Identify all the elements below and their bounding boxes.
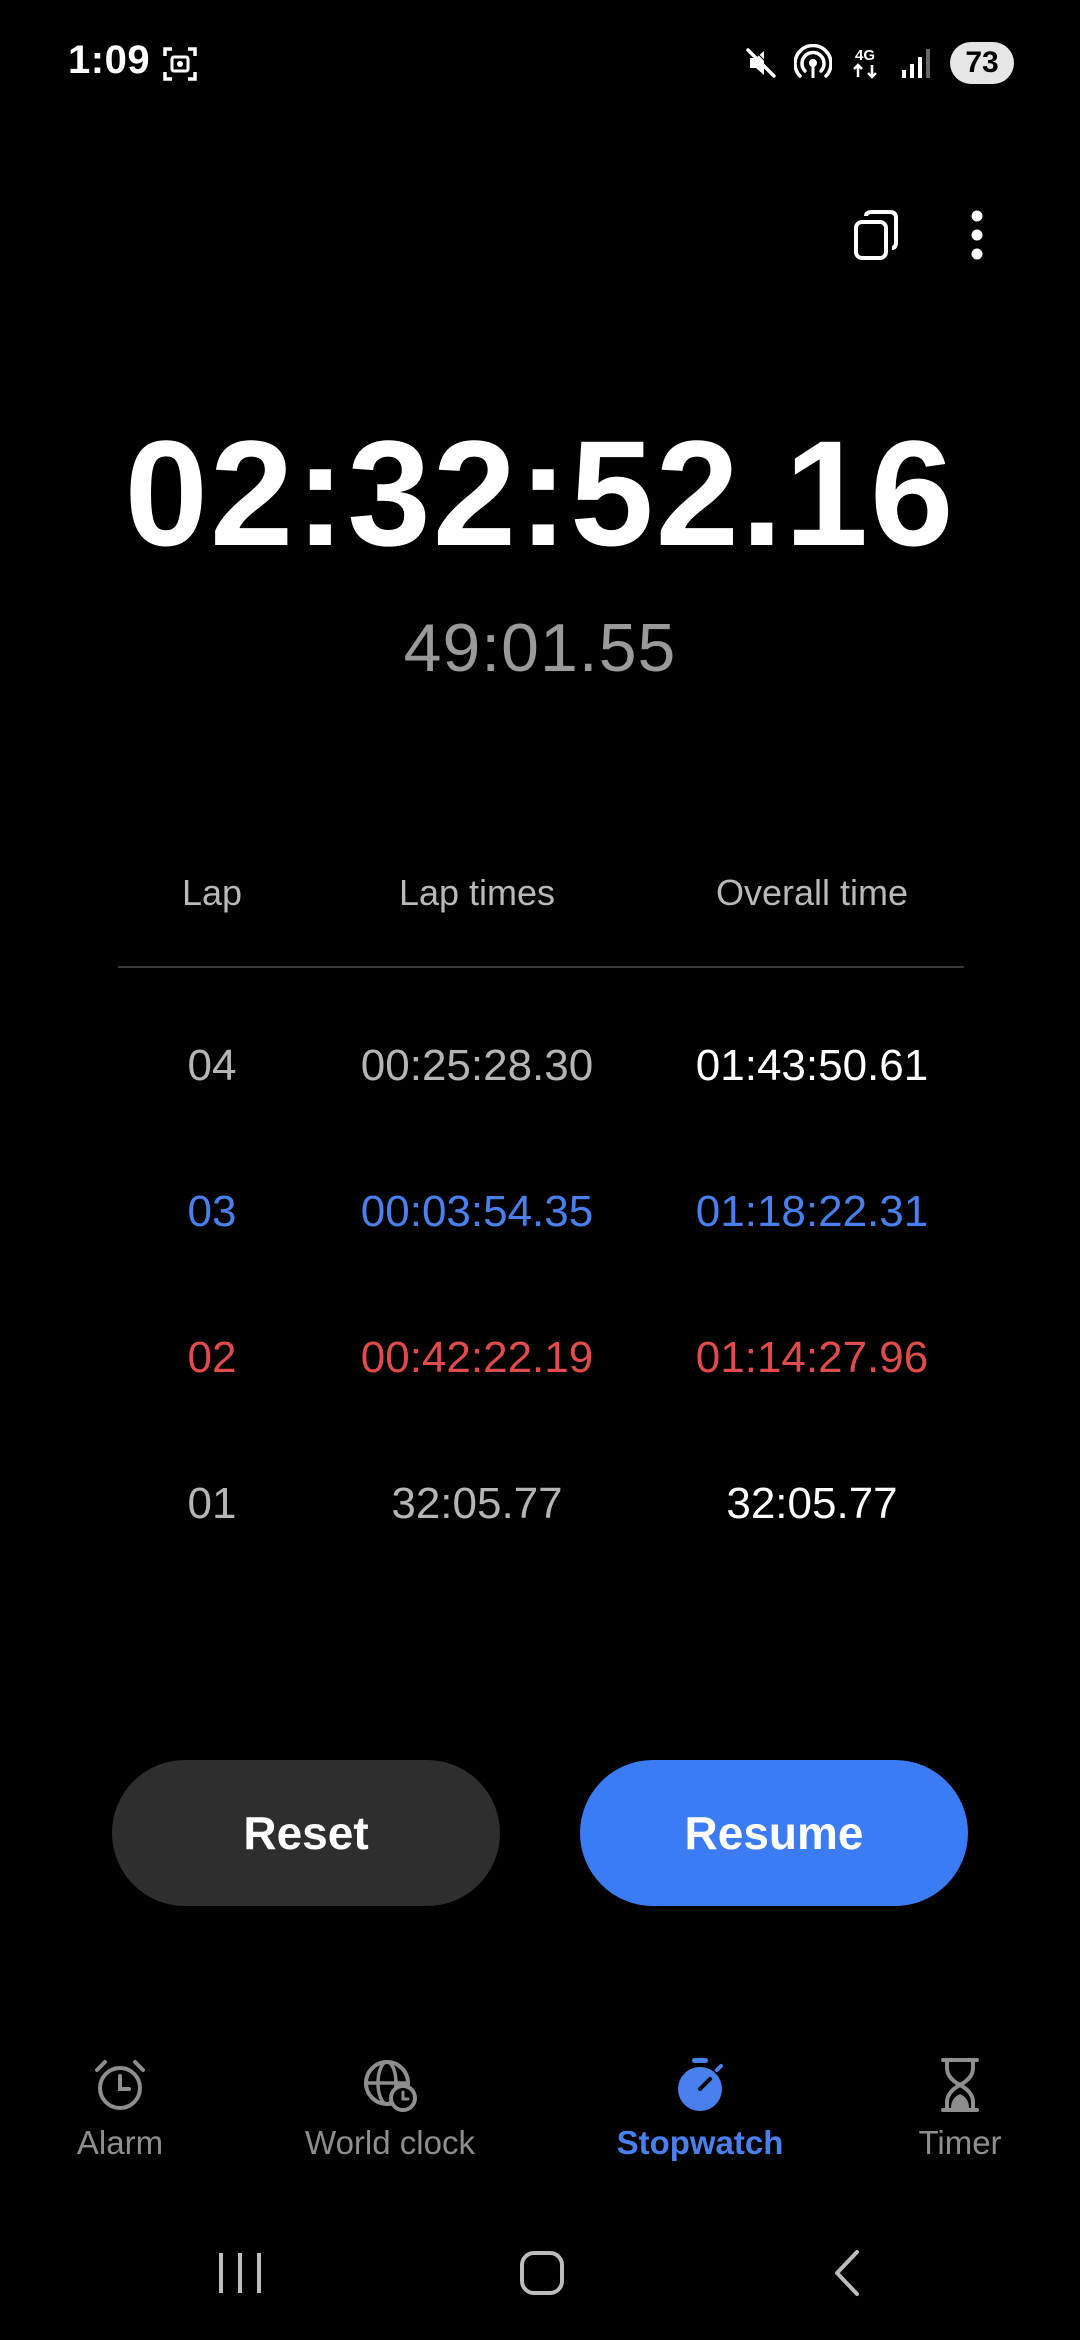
status-time: 1:09 <box>68 38 151 82</box>
home-icon <box>520 2251 564 2295</box>
lap-number: 01 <box>187 1479 237 1528</box>
back-icon <box>835 2250 859 2296</box>
signal-icon <box>902 49 930 78</box>
lap-number: 02 <box>187 1333 237 1382</box>
svg-text:4G: 4G <box>855 47 875 64</box>
lap-row-slowest: 02 00:42:22.19 01:14:27.96 <box>118 1333 964 1393</box>
lap-table-header: Lap Lap times Overall time <box>118 866 964 926</box>
status-bar: 1:09 4G 73 <box>0 0 1080 130</box>
screenshot-icon <box>163 47 197 81</box>
tab-stopwatch-label: Stopwatch <box>616 2124 784 2161</box>
lap-row-fastest: 03 00:03:54.35 01:18:22.31 <box>118 1187 964 1247</box>
overall-time: 01:18:22.31 <box>695 1187 929 1236</box>
tab-alarm-label: Alarm <box>76 2124 164 2161</box>
tab-timer-label: Timer <box>918 2124 1002 2161</box>
lap-row: 04 00:25:28.30 01:43:50.61 <box>118 1041 964 1101</box>
tab-world-clock[interactable]: World clock <box>280 2056 500 2186</box>
elapsed-time: 02:32:52.16 <box>124 409 956 577</box>
overall-time: 01:14:27.96 <box>695 1333 929 1382</box>
overall-time: 32:05.77 <box>726 1479 898 1528</box>
lap-time: 00:03:54.35 <box>360 1187 594 1236</box>
overall-time: 01:43:50.61 <box>695 1041 929 1090</box>
lap-number: 03 <box>187 1187 237 1236</box>
more-vert-icon <box>971 210 983 260</box>
lap-table-divider <box>118 966 964 968</box>
lap-time: 00:25:28.30 <box>360 1041 594 1090</box>
picture-in-picture-icon <box>854 210 898 260</box>
tab-timer[interactable]: Timer <box>900 2056 1020 2186</box>
tab-world-clock-label: World clock <box>305 2124 475 2161</box>
status-icons: 4G 73 <box>742 42 1014 84</box>
globe-clock-icon <box>364 2060 417 2112</box>
lap-row: 01 32:05.77 32:05.77 <box>118 1479 964 1539</box>
lap-number: 04 <box>187 1041 237 1090</box>
stopwatch-icon <box>678 2058 723 2111</box>
hourglass-icon <box>941 2058 979 2112</box>
more-options-button[interactable] <box>947 205 1007 265</box>
recent-apps-icon <box>219 2253 261 2293</box>
home-button[interactable] <box>502 2238 582 2308</box>
recent-apps-button[interactable] <box>200 2238 280 2308</box>
lap-column-header: Lap <box>181 872 243 913</box>
alarm-clock-icon <box>95 2060 145 2110</box>
lap-time: 00:42:22.19 <box>360 1333 594 1382</box>
current-lap-time: 49:01.55 <box>403 610 677 686</box>
reset-button[interactable]: Reset <box>112 1760 500 1906</box>
hotspot-icon <box>794 44 832 78</box>
tab-stopwatch[interactable]: Stopwatch <box>600 2056 800 2186</box>
picture-in-picture-button[interactable] <box>846 205 906 265</box>
mute-icon <box>746 46 778 78</box>
battery-indicator: 73 <box>950 42 1014 84</box>
back-button[interactable] <box>806 2238 886 2308</box>
lap-times-column-header: Lap times <box>398 872 556 913</box>
network-type-icon: 4G <box>853 47 877 79</box>
resume-button[interactable]: Resume <box>580 1760 968 1906</box>
lap-time: 32:05.77 <box>391 1479 563 1528</box>
tab-alarm[interactable]: Alarm <box>60 2056 180 2186</box>
overall-time-column-header: Overall time <box>715 872 909 913</box>
